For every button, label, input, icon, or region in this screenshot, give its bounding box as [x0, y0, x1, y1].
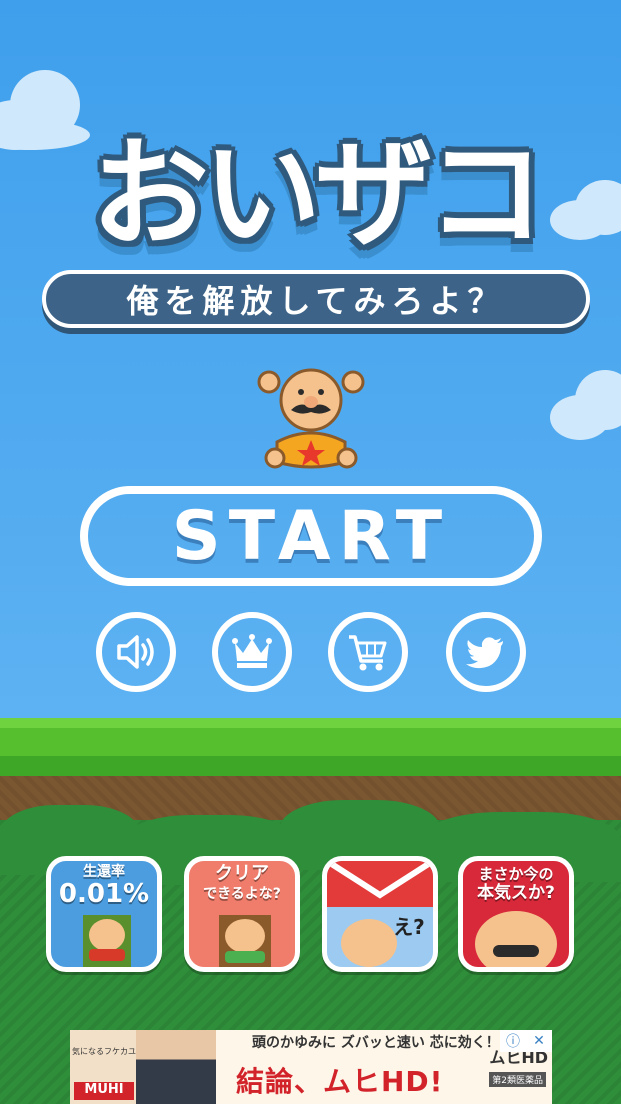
subtitle-banner: 俺を解放してみろよ？	[42, 270, 590, 328]
promo-line2: え?	[393, 915, 425, 939]
cloud-right	[550, 370, 621, 440]
ad-brand-left: MUHI	[74, 1082, 134, 1100]
envelope-icon	[327, 861, 433, 907]
promo-app-clear[interactable]: クリア できるよな?	[184, 856, 300, 972]
promo-line1: まさか今の	[478, 865, 554, 883]
ad-side-panel: 気になるフケカユ MUHI	[70, 1030, 136, 1104]
start-button[interactable]: START	[80, 486, 542, 586]
cart-icon	[349, 635, 387, 671]
promo-shorts	[89, 949, 125, 961]
promo-line1: クリア	[215, 863, 269, 884]
ad-person-image	[136, 1030, 216, 1104]
ad-headline: 頭のかゆみに ズバッと速い 芯に効く！	[252, 1035, 500, 1051]
promo-app-envelope[interactable]: え?	[322, 856, 438, 972]
promo-line2: できるよな?	[203, 886, 281, 902]
ad-banner[interactable]: 気になるフケカユ MUHI 頭のかゆみに ズバッと速い 芯に効く！ 結論、ムヒH…	[70, 1030, 552, 1104]
sound-button[interactable]	[96, 612, 176, 692]
ad-slogan: 結論、ムヒHD!	[236, 1065, 444, 1098]
ad-small-text: 気になるフケカユ	[72, 1047, 136, 1056]
twitter-button[interactable]	[446, 612, 526, 692]
promo-line1: 生還率	[83, 864, 125, 880]
ad-info-icon[interactable]: ⓘ	[500, 1030, 526, 1052]
crown-icon	[232, 634, 272, 668]
promo-app-serious[interactable]: まさか今の 本気スか?	[458, 856, 574, 972]
promo-line2: 0.01%	[58, 879, 150, 909]
ad-controls: ⓘ ✕	[500, 1030, 552, 1052]
speaker-icon	[117, 635, 154, 669]
promo-app-survival[interactable]: 生還率 0.01%	[46, 856, 162, 972]
promo-mustache	[493, 945, 539, 957]
grass-strip	[0, 718, 621, 776]
ad-close-icon[interactable]: ✕	[526, 1030, 552, 1052]
ranking-button[interactable]	[212, 612, 292, 692]
shop-button[interactable]	[328, 612, 408, 692]
promo-face	[89, 919, 125, 951]
ad-class-label: 第2類医薬品	[489, 1072, 546, 1087]
bird-icon	[466, 637, 503, 669]
promo-shorts	[225, 951, 265, 963]
promo-line2: 本気スか?	[477, 883, 555, 903]
hero-character	[255, 362, 367, 472]
game-logo: おいザコ	[90, 124, 545, 263]
promo-face	[225, 919, 265, 953]
promo-face	[475, 911, 557, 967]
start-label: START	[171, 496, 451, 576]
